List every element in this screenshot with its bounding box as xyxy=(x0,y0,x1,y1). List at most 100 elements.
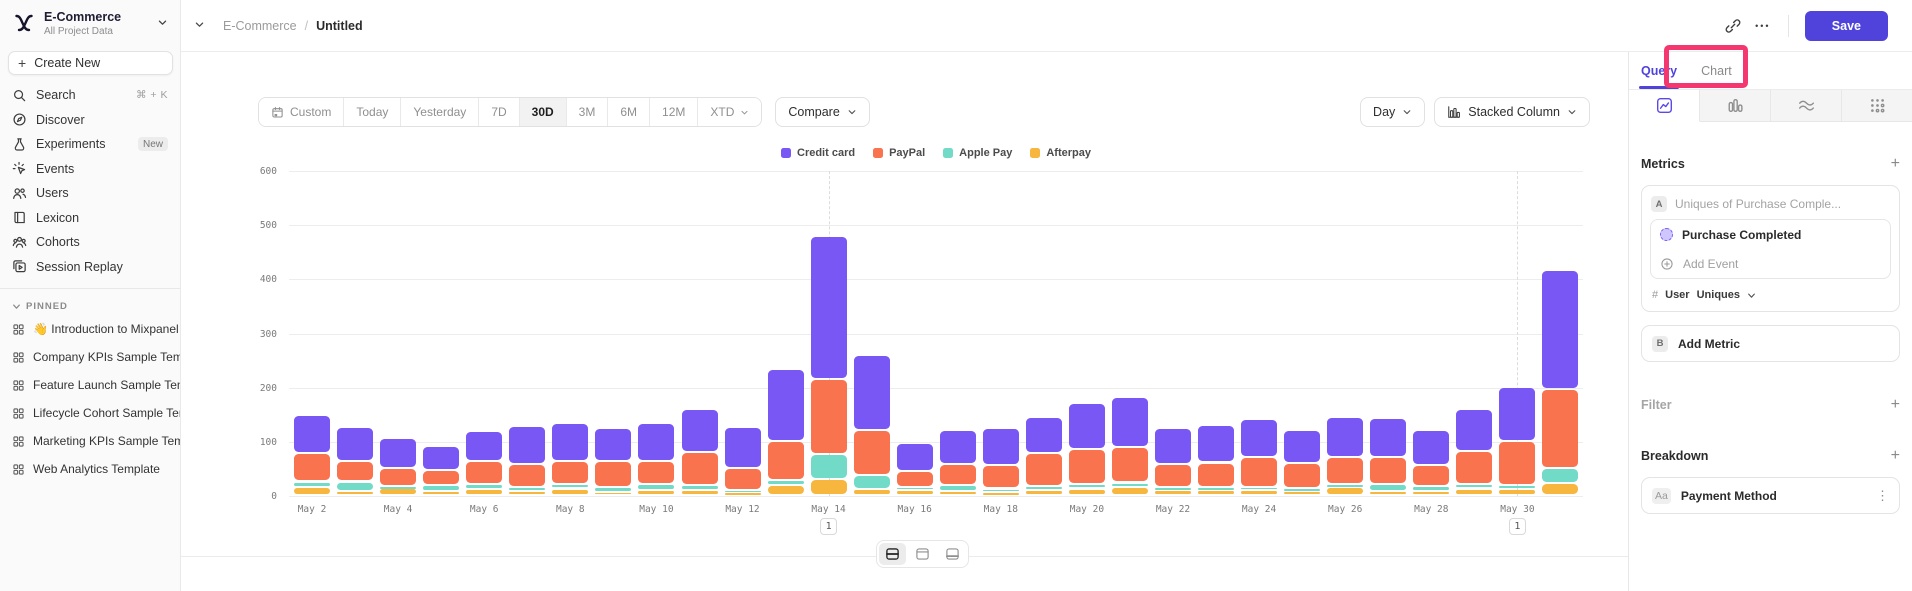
date-range-12m[interactable]: 12M xyxy=(649,98,697,126)
bar-segment-afterpay[interactable] xyxy=(1370,492,1406,494)
sidebar-item-users[interactable]: Users xyxy=(0,181,180,206)
legend-item-paypal[interactable]: PayPal xyxy=(873,147,925,159)
event-row[interactable]: Purchase Completed xyxy=(1651,220,1890,249)
bar-segment-credit-card[interactable] xyxy=(380,439,416,467)
bar-segment-apple-pay[interactable] xyxy=(1284,489,1320,491)
bar-segment-afterpay[interactable] xyxy=(1327,488,1363,494)
bar-segment-afterpay[interactable] xyxy=(1155,491,1191,494)
date-range-7d[interactable]: 7D xyxy=(478,98,518,126)
sidebar-item-session-replay[interactable]: Session Replay xyxy=(0,255,180,280)
measurement-row[interactable]: # User Uniques xyxy=(1642,279,1899,311)
bar-segment-credit-card[interactable] xyxy=(294,416,330,452)
bar-segment-paypal[interactable] xyxy=(380,469,416,485)
date-range-xtd[interactable]: XTD xyxy=(697,98,761,126)
bar-segment-credit-card[interactable] xyxy=(595,429,631,461)
bar-segment-afterpay[interactable] xyxy=(1198,491,1234,494)
bar-segment-afterpay[interactable] xyxy=(337,492,373,494)
bar-segment-apple-pay[interactable] xyxy=(423,486,459,489)
bar-segment-paypal[interactable] xyxy=(509,465,545,486)
bar-segment-apple-pay[interactable] xyxy=(552,485,588,487)
breakdown-card[interactable]: Aa Payment Method ⋮ xyxy=(1641,477,1900,514)
bar-segment-paypal[interactable] xyxy=(1112,448,1148,481)
bar-segment-afterpay[interactable] xyxy=(725,493,761,495)
bar-segment-apple-pay[interactable] xyxy=(768,481,804,484)
bar-segment-paypal[interactable] xyxy=(1155,465,1191,486)
bar-segment-apple-pay[interactable] xyxy=(1198,488,1234,490)
bar-segment-credit-card[interactable] xyxy=(1499,388,1535,440)
bar-segment-apple-pay[interactable] xyxy=(1542,469,1578,482)
bar-segment-credit-card[interactable] xyxy=(1370,419,1406,457)
bar-segment-credit-card[interactable] xyxy=(423,447,459,468)
bar-segment-apple-pay[interactable] xyxy=(509,488,545,490)
sidebar-item-discover[interactable]: Discover xyxy=(0,108,180,133)
bar-segment-afterpay[interactable] xyxy=(552,490,588,495)
legend-item-apple-pay[interactable]: Apple Pay xyxy=(943,147,1012,159)
breadcrumb-report-title[interactable]: Untitled xyxy=(316,19,363,33)
bar-segment-paypal[interactable] xyxy=(423,471,459,485)
annotation-badge[interactable]: 1 xyxy=(1509,518,1526,535)
pinned-section-header[interactable]: PINNED xyxy=(0,297,180,315)
bar-segment-paypal[interactable] xyxy=(1499,442,1535,484)
bar-segment-credit-card[interactable] xyxy=(1413,431,1449,464)
more-options-button[interactable]: ••• xyxy=(1748,11,1778,41)
bar-segment-afterpay[interactable] xyxy=(897,491,933,494)
date-range-today[interactable]: Today xyxy=(343,98,400,126)
kebab-menu-icon[interactable]: ⋮ xyxy=(1876,488,1889,504)
bar-segment-credit-card[interactable] xyxy=(509,427,545,464)
bar-segment-paypal[interactable] xyxy=(1026,454,1062,485)
sidebar-item-search[interactable]: Search⌘ + K xyxy=(0,83,180,108)
sidebar-collapse-chevron-icon[interactable] xyxy=(189,16,209,36)
bar-segment-apple-pay[interactable] xyxy=(1327,485,1363,487)
pinned-item-web-analytics-template[interactable]: Web Analytics Template xyxy=(0,455,180,483)
bar-segment-credit-card[interactable] xyxy=(897,444,933,470)
bar-segment-afterpay[interactable] xyxy=(1284,492,1320,494)
bar-segment-credit-card[interactable] xyxy=(1456,410,1492,450)
bar-segment-apple-pay[interactable] xyxy=(638,485,674,488)
pinned-item-introduction-to-mixpanel-bo[interactable]: 👋 Introduction to Mixpanel Bo xyxy=(0,315,180,343)
bar-segment-credit-card[interactable] xyxy=(466,432,502,460)
bar-segment-apple-pay[interactable] xyxy=(1413,487,1449,490)
bar-segment-afterpay[interactable] xyxy=(1069,490,1105,495)
layout-top-button[interactable] xyxy=(909,543,936,565)
bar-segment-credit-card[interactable] xyxy=(725,428,761,467)
bar-segment-credit-card[interactable] xyxy=(811,237,847,379)
bar-segment-paypal[interactable] xyxy=(940,465,976,484)
add-metric-plus-button[interactable]: + xyxy=(1891,156,1900,172)
share-link-button[interactable] xyxy=(1718,11,1748,41)
save-button[interactable]: Save xyxy=(1805,11,1888,41)
bar-segment-afterpay[interactable] xyxy=(1241,491,1277,494)
bar-segment-paypal[interactable] xyxy=(811,380,847,453)
bar-segment-credit-card[interactable] xyxy=(1327,418,1363,457)
metric-summary-row[interactable]: A Uniques of Purchase Comple... xyxy=(1642,186,1899,219)
add-event-row[interactable]: Add Event xyxy=(1651,249,1890,278)
bar-segment-paypal[interactable] xyxy=(1069,450,1105,483)
add-metric-card[interactable]: B Add Metric xyxy=(1641,325,1900,362)
bar-segment-credit-card[interactable] xyxy=(638,424,674,460)
bar-segment-apple-pay[interactable] xyxy=(1026,487,1062,489)
bar-segment-afterpay[interactable] xyxy=(854,490,890,495)
bar-segment-afterpay[interactable] xyxy=(1542,484,1578,494)
bar-segment-credit-card[interactable] xyxy=(1241,420,1277,456)
funnels-chart-tab[interactable] xyxy=(1700,90,1771,121)
compare-button[interactable]: Compare xyxy=(775,97,869,127)
bar-segment-paypal[interactable] xyxy=(1456,452,1492,484)
sidebar-item-cohorts[interactable]: Cohorts xyxy=(0,230,180,255)
legend-item-credit-card[interactable]: Credit card xyxy=(781,147,855,159)
bar-segment-paypal[interactable] xyxy=(1241,458,1277,486)
bar-segment-paypal[interactable] xyxy=(638,462,674,483)
bar-segment-credit-card[interactable] xyxy=(337,428,373,461)
chart-type-button[interactable]: Stacked Column xyxy=(1434,97,1590,127)
pinned-item-feature-launch-sample-templa[interactable]: Feature Launch Sample Templa xyxy=(0,371,180,399)
bar-segment-afterpay[interactable] xyxy=(983,493,1019,495)
bar-segment-paypal[interactable] xyxy=(1327,458,1363,483)
bar-segment-paypal[interactable] xyxy=(1198,464,1234,487)
bar-segment-afterpay[interactable] xyxy=(1026,491,1062,494)
bar-segment-apple-pay[interactable] xyxy=(1370,485,1406,490)
layout-bottom-button[interactable] xyxy=(939,543,966,565)
bar-segment-apple-pay[interactable] xyxy=(983,490,1019,492)
bar-segment-apple-pay[interactable] xyxy=(294,483,330,486)
bar-segment-paypal[interactable] xyxy=(337,462,373,480)
bar-segment-afterpay[interactable] xyxy=(811,480,847,494)
date-range-3m[interactable]: 3M xyxy=(566,98,608,126)
project-switcher[interactable]: E-Commerce All Project Data xyxy=(0,0,180,37)
